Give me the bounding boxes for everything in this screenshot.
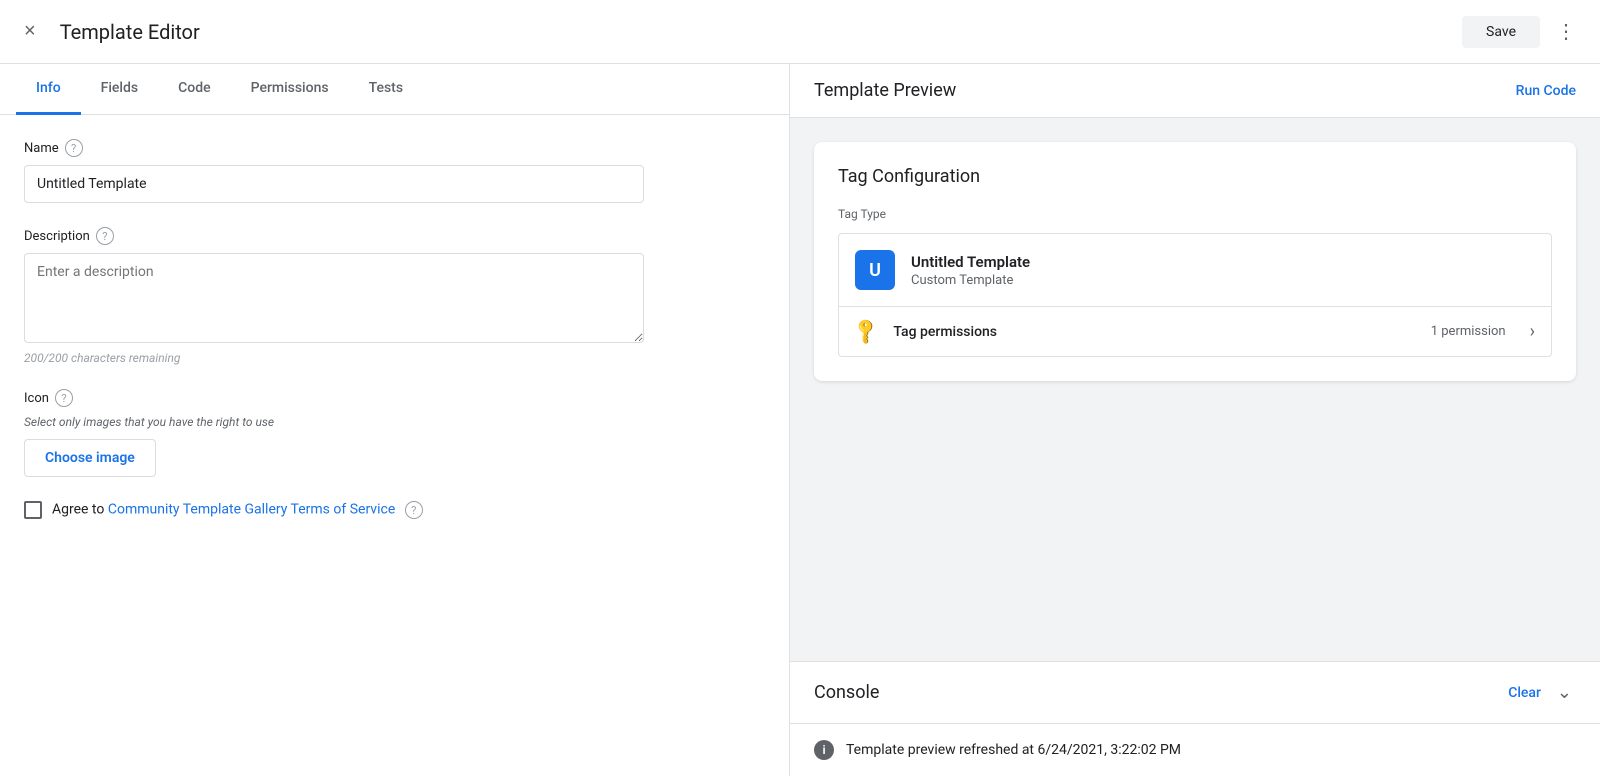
console-message: Template preview refreshed at 6/24/2021,… [846, 742, 1181, 758]
icon-label-text: Icon [24, 391, 49, 406]
chevron-down-icon: ⌄ [1557, 682, 1572, 702]
left-content: Name ? Description ? 200/200 characters … [0, 115, 789, 776]
name-field-group: Name ? [24, 139, 765, 203]
tag-name: Untitled Template [911, 253, 1030, 271]
header-left: × Template Editor [16, 12, 200, 51]
description-input[interactable] [24, 253, 644, 343]
console-actions: Clear ⌄ [1508, 678, 1576, 707]
key-icon: 🔑 [851, 316, 882, 347]
console-title: Console [814, 682, 879, 703]
header: × Template Editor Save ⋮ [0, 0, 1600, 64]
info-icon: i [814, 740, 834, 760]
console-header: Console Clear ⌄ [790, 662, 1600, 724]
agree-help-icon[interactable]: ? [405, 501, 423, 519]
name-label: Name ? [24, 139, 765, 157]
tabs-bar: Info Fields Code Permissions Tests [0, 64, 789, 115]
icon-field-group: Icon ? Select only images that you have … [24, 389, 765, 477]
agree-row: Agree to Community Template Gallery Term… [24, 501, 765, 519]
run-code-button[interactable]: Run Code [1516, 83, 1576, 99]
name-help-icon[interactable]: ? [65, 139, 83, 157]
agree-text: Agree to Community Template Gallery Term… [52, 501, 423, 519]
choose-image-button[interactable]: Choose image [24, 439, 156, 477]
tab-code[interactable]: Code [158, 64, 230, 115]
more-options-button[interactable]: ⋮ [1548, 11, 1584, 52]
description-label: Description ? [24, 227, 765, 245]
tab-fields[interactable]: Fields [81, 64, 158, 115]
tag-type-row[interactable]: U Untitled Template Custom Template [838, 233, 1552, 307]
tag-info: Untitled Template Custom Template [911, 253, 1030, 288]
tag-config-card: Tag Configuration Tag Type U Untitled Te… [814, 142, 1576, 381]
tag-icon: U [855, 250, 895, 290]
description-label-text: Description [24, 229, 90, 244]
header-right: Save ⋮ [1462, 11, 1584, 52]
tag-permissions-row[interactable]: 🔑 Tag permissions 1 permission › [838, 307, 1552, 357]
save-button[interactable]: Save [1462, 16, 1540, 48]
chevron-right-icon: › [1530, 321, 1535, 342]
close-button[interactable]: × [16, 12, 44, 51]
name-input[interactable] [24, 165, 644, 203]
icon-label: Icon ? [24, 389, 765, 407]
tag-type-label: Tag Type [838, 207, 1552, 221]
tab-info[interactable]: Info [16, 64, 81, 115]
right-header: Template Preview Run Code [790, 64, 1600, 118]
tag-config-title: Tag Configuration [838, 166, 1552, 187]
close-icon: × [24, 20, 36, 43]
right-panel: Template Preview Run Code Tag Configurat… [790, 64, 1600, 776]
tag-subtitle: Custom Template [911, 273, 1030, 288]
permissions-label: Tag permissions [893, 324, 1414, 340]
collapse-console-button[interactable]: ⌄ [1553, 678, 1576, 707]
tag-config-area: Tag Configuration Tag Type U Untitled Te… [790, 118, 1600, 661]
main-layout: Info Fields Code Permissions Tests Name … [0, 64, 1600, 776]
right-panel-title: Template Preview [814, 80, 956, 101]
agree-link[interactable]: Community Template Gallery Terms of Serv… [108, 502, 395, 518]
tab-permissions[interactable]: Permissions [231, 64, 349, 115]
tab-tests[interactable]: Tests [349, 64, 423, 115]
permissions-count: 1 permission [1431, 324, 1506, 339]
icon-subtext: Select only images that you have the rig… [24, 415, 765, 429]
page-title: Template Editor [60, 20, 200, 44]
left-panel: Info Fields Code Permissions Tests Name … [0, 64, 790, 776]
clear-button[interactable]: Clear [1508, 685, 1541, 701]
console-section: Console Clear ⌄ i Template preview refre… [790, 661, 1600, 776]
agree-text-label: Agree to [52, 502, 108, 518]
char-count: 200/200 characters remaining [24, 351, 765, 365]
console-content: i Template preview refreshed at 6/24/202… [790, 724, 1600, 776]
more-icon: ⋮ [1556, 19, 1576, 44]
description-field-group: Description ? 200/200 characters remaini… [24, 227, 765, 365]
icon-help-icon[interactable]: ? [55, 389, 73, 407]
name-label-text: Name [24, 141, 59, 156]
agree-checkbox[interactable] [24, 501, 42, 519]
description-help-icon[interactable]: ? [96, 227, 114, 245]
